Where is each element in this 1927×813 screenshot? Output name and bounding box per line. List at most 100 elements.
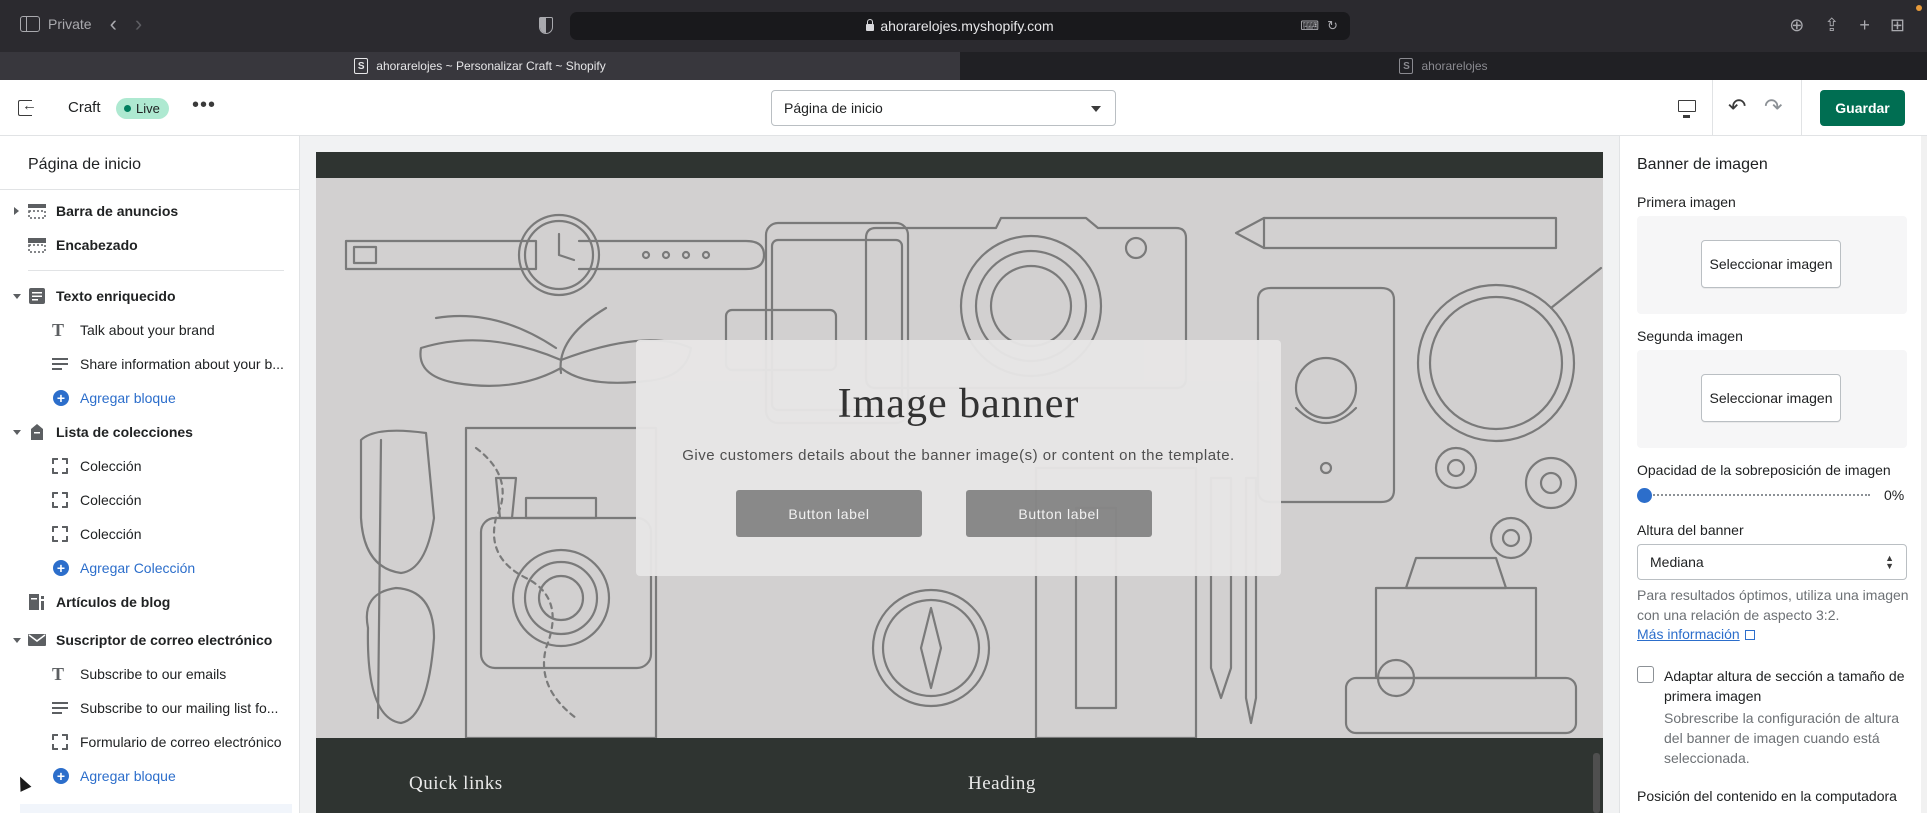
add-block-button[interactable]: + Agregar bloque <box>0 383 299 413</box>
footer-heading[interactable]: Heading <box>968 773 1036 795</box>
partially-visible-section[interactable] <box>20 804 292 813</box>
store-preview[interactable]: Image banner Give customers details abou… <box>316 152 1603 813</box>
frame-icon <box>52 526 68 542</box>
banner-description[interactable]: Give customers details about the banner … <box>636 447 1281 464</box>
translate-icon[interactable]: ⌨ <box>1300 18 1319 34</box>
page-selector[interactable]: Página de inicio <box>771 90 1116 126</box>
redo-icon[interactable]: ↷ <box>1764 94 1782 120</box>
header-divider <box>1801 80 1802 136</box>
privacy-shield-icon[interactable] <box>539 17 553 34</box>
section-label: Barra de anuncios <box>56 203 179 219</box>
block-collection[interactable]: Colección <box>0 519 299 549</box>
url-text: ahorarelojes.myshopify.com <box>880 18 1054 34</box>
envelope-icon <box>28 634 46 646</box>
block-email-form[interactable]: Formulario de correo electrónico <box>0 727 299 757</box>
add-collection-button[interactable]: + Agregar Colección <box>0 553 299 583</box>
caret-down-icon[interactable] <box>13 429 21 435</box>
block-heading[interactable]: T Subscribe to our emails <box>0 659 299 689</box>
frame-icon <box>52 492 68 508</box>
block-paragraph[interactable]: Share information about your b... <box>0 349 299 379</box>
block-label: Subscribe to our emails <box>80 666 227 682</box>
frame-icon <box>52 458 68 474</box>
new-tab-icon[interactable]: + <box>1859 15 1870 36</box>
reload-icon[interactable]: ↻ <box>1327 18 1338 34</box>
block-label: Share information about your b... <box>80 356 284 372</box>
block-collection[interactable]: Colección <box>0 485 299 515</box>
select-first-image-button[interactable]: Seleccionar imagen <box>1701 240 1841 288</box>
opacity-slider-thumb[interactable] <box>1637 488 1652 503</box>
tab-customize[interactable]: S ahorarelojes ~ Personalizar Craft ~ Sh… <box>0 52 960 80</box>
caret-right-icon[interactable] <box>14 207 19 215</box>
external-link-icon <box>1744 630 1755 640</box>
save-button[interactable]: Guardar <box>1820 90 1905 126</box>
section-email-signup[interactable]: Suscriptor de correo electrónico <box>0 625 299 655</box>
tab-label: ahorarelojes <box>1421 59 1488 73</box>
opacity-label: Opacidad de la sobreposición de imagen <box>1637 462 1891 478</box>
second-image-picker: Seleccionar imagen <box>1637 350 1907 448</box>
section-announcement-bar[interactable]: Barra de anuncios <box>0 196 299 226</box>
forward-icon[interactable]: › <box>135 13 142 35</box>
block-label: Subscribe to our mailing list fo... <box>80 700 279 716</box>
preview-scrollbar[interactable] <box>1593 753 1600 813</box>
banner-height-label: Altura del banner <box>1637 522 1744 538</box>
download-icon[interactable]: ⊕ <box>1789 15 1804 36</box>
first-image-label: Primera imagen <box>1637 194 1736 210</box>
add-block-label: Agregar bloque <box>80 768 176 784</box>
add-block-label: Agregar bloque <box>80 390 176 406</box>
footer-heading-quick-links[interactable]: Quick links <box>409 773 503 795</box>
add-block-label: Agregar Colección <box>80 560 196 576</box>
adapt-height-label[interactable]: Adaptar altura de sección a tamaño de pr… <box>1664 666 1914 706</box>
section-collection-list[interactable]: Lista de colecciones <box>0 417 299 447</box>
announcement-bar-icon <box>28 204 46 219</box>
back-icon[interactable]: ‹ <box>110 13 117 35</box>
tab-store[interactable]: S ahorarelojes <box>960 52 1927 80</box>
browser-right-controls: ⊕ ⇪ + ⊞ <box>1789 15 1905 36</box>
section-rich-text[interactable]: Texto enriquecido <box>0 281 299 311</box>
learn-more-link[interactable]: Más información <box>1637 626 1755 642</box>
banner-height-select[interactable]: Mediana ▲ ▼ <box>1637 544 1907 580</box>
plus-circle-icon: + <box>53 390 69 406</box>
second-image-label: Segunda imagen <box>1637 328 1743 344</box>
add-block-button[interactable]: + Agregar bloque <box>0 761 299 791</box>
plus-circle-icon: + <box>53 768 69 784</box>
share-icon[interactable]: ⇪ <box>1824 15 1839 36</box>
settings-scrollbar[interactable] <box>1921 136 1927 813</box>
undo-icon[interactable]: ↶ <box>1728 94 1746 120</box>
section-label: Artículos de blog <box>56 594 171 610</box>
section-header[interactable]: Encabezado <box>0 230 299 260</box>
theme-name: Craft <box>68 99 101 116</box>
address-bar[interactable]: ahorarelojes.myshopify.com ⌨ ↻ <box>570 12 1350 40</box>
caret-down-icon[interactable] <box>13 637 21 643</box>
block-collection[interactable]: Colección <box>0 451 299 481</box>
browser-left-controls: Private ‹ › <box>20 13 142 35</box>
banner-height-value: Mediana <box>1650 554 1704 570</box>
banner-heading[interactable]: Image banner <box>636 380 1281 428</box>
opacity-slider-track[interactable] <box>1642 494 1870 498</box>
banner-button-secondary[interactable]: Button label <box>966 490 1152 537</box>
section-blog-posts[interactable]: Artículos de blog <box>0 587 299 617</box>
caret-down-icon <box>1091 106 1101 112</box>
block-heading[interactable]: T Talk about your brand <box>0 315 299 345</box>
tab-overview-icon[interactable]: ⊞ <box>1890 15 1905 36</box>
block-label: Talk about your brand <box>80 322 215 338</box>
browser-toolbar: Private ‹ › ahorarelojes.myshopify.com ⌨… <box>0 0 1927 52</box>
desktop-preview-icon[interactable] <box>1678 100 1696 118</box>
sidebar-toggle-icon[interactable] <box>20 16 40 32</box>
adapt-height-checkbox[interactable] <box>1637 666 1654 683</box>
plus-circle-icon: + <box>53 560 69 576</box>
block-label: Colección <box>80 458 142 474</box>
caret-down-icon[interactable] <box>13 293 21 299</box>
text-icon: T <box>52 664 65 684</box>
more-actions-icon[interactable]: ••• <box>192 94 216 117</box>
private-mode-label: Private <box>48 16 92 32</box>
announcement-bar-preview <box>316 152 1603 178</box>
banner-button-primary[interactable]: Button label <box>736 490 922 537</box>
select-second-image-button[interactable]: Seleccionar imagen <box>1701 374 1841 422</box>
header-icon <box>28 238 46 253</box>
editor-header: ← Craft Live ••• Página de inicio ↶ ↷ Gu… <box>0 80 1927 136</box>
frame-icon <box>52 734 68 750</box>
block-paragraph[interactable]: Subscribe to our mailing list fo... <box>0 693 299 723</box>
rich-text-icon <box>29 288 45 304</box>
exit-editor-button[interactable]: ← <box>18 97 38 118</box>
banner-content-box[interactable]: Image banner Give customers details abou… <box>636 340 1281 576</box>
